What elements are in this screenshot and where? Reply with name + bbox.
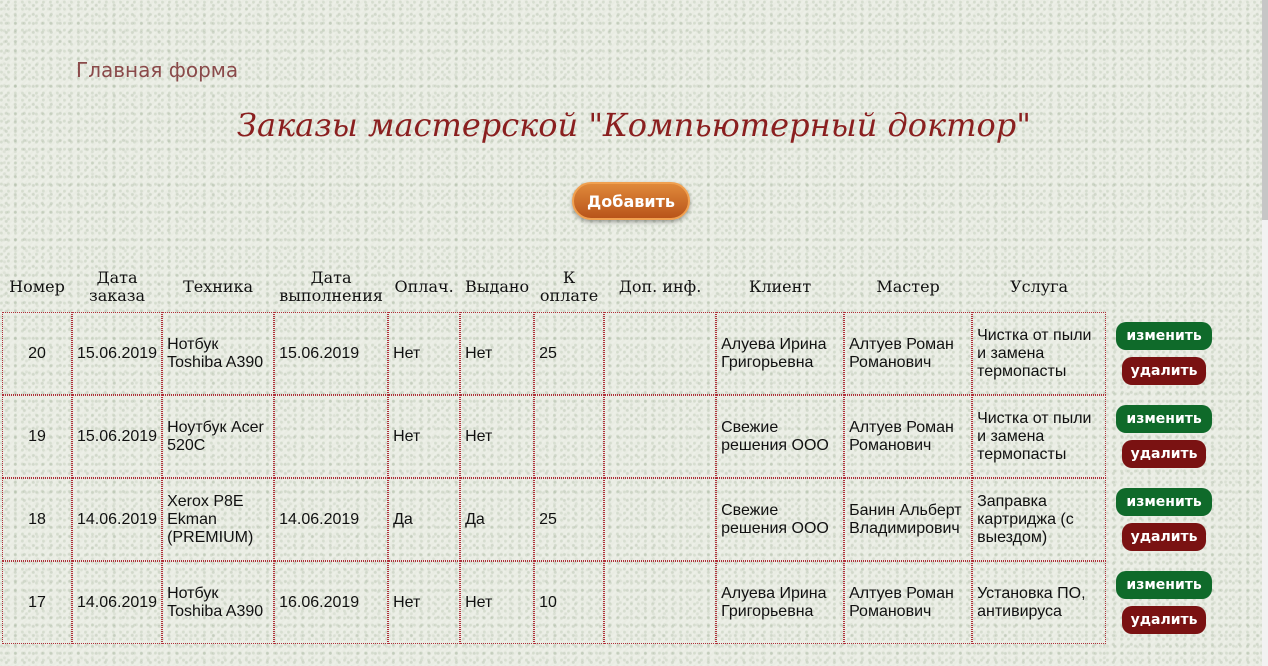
cell-device: Нотбук Toshiba A390 [162, 312, 275, 395]
column-header: К оплате [539, 268, 599, 305]
cell-device: Нотбук Toshiba A390 [162, 561, 275, 644]
column-header: Оплач. [394, 277, 454, 296]
cell-number: 20 [2, 312, 72, 395]
column-header: Клиент [748, 277, 812, 296]
cell-done-date: 15.06.2019 [274, 312, 389, 395]
cell-master: Банин Альберт Владимирович [844, 478, 973, 561]
table-header-row: Номер Дата заказа Техника Дата выполнени… [2, 262, 1222, 312]
home-link[interactable]: Главная форма [76, 58, 238, 82]
column-header: Мастер [876, 277, 940, 296]
cell-done-date: 16.06.2019 [274, 561, 389, 644]
table-row: 17 14.06.2019 Нотбук Toshiba A390 16.06.… [2, 561, 1222, 644]
add-button[interactable]: Добавить [572, 182, 690, 220]
edit-button[interactable]: изменить [1116, 571, 1213, 599]
cell-number: 17 [2, 561, 72, 644]
orders-table: Номер Дата заказа Техника Дата выполнени… [2, 262, 1222, 644]
delete-button[interactable]: удалить [1122, 606, 1207, 634]
table-row: 20 15.06.2019 Нотбук Toshiba A390 15.06.… [2, 312, 1222, 395]
cell-service: Чистка от пыли и замена термопасты [972, 312, 1107, 395]
cell-order-date: 15.06.2019 [72, 395, 163, 478]
cell-paid: Нет [388, 312, 461, 395]
cell-extra-info [604, 478, 717, 561]
cell-amount: 10 [534, 561, 605, 644]
delete-button[interactable]: удалить [1122, 523, 1207, 551]
cell-master: Алтуев Роман Романович [844, 312, 973, 395]
column-header: Выдано [464, 277, 530, 296]
cell-service: Чистка от пыли и замена термопасты [972, 395, 1107, 478]
cell-number: 18 [2, 478, 72, 561]
row-actions: изменить удалить [1106, 312, 1222, 395]
column-header: Дата заказа [89, 268, 146, 305]
row-actions: изменить удалить [1106, 395, 1222, 478]
cell-extra-info [604, 395, 717, 478]
cell-issued: Нет [460, 312, 535, 395]
actions-header [1106, 262, 1222, 312]
edit-button[interactable]: изменить [1116, 405, 1213, 433]
delete-button[interactable]: удалить [1122, 357, 1207, 385]
cell-order-date: 14.06.2019 [72, 561, 163, 644]
cell-client: Алуева Ирина Григорьевна [716, 312, 845, 395]
cell-paid: Нет [388, 561, 461, 644]
delete-button[interactable]: удалить [1122, 440, 1207, 468]
cell-service: Заправка картриджа (с выездом) [972, 478, 1107, 561]
cell-issued: Да [460, 478, 535, 561]
cell-extra-info [604, 312, 717, 395]
edit-button[interactable]: изменить [1116, 488, 1213, 516]
cell-done-date: 14.06.2019 [274, 478, 389, 561]
table-row: 19 15.06.2019 Ноутбук Acer 520C Нет Нет … [2, 395, 1222, 478]
row-actions: изменить удалить [1106, 561, 1222, 644]
cell-order-date: 14.06.2019 [72, 478, 163, 561]
cell-issued: Нет [460, 561, 535, 644]
cell-paid: Да [388, 478, 461, 561]
cell-amount: 25 [534, 478, 605, 561]
column-header: Техника [183, 277, 254, 296]
cell-client: Свежие решения ООО [716, 478, 845, 561]
edit-button[interactable]: изменить [1116, 322, 1213, 350]
cell-order-date: 15.06.2019 [72, 312, 163, 395]
column-header: Доп. инф. [618, 277, 702, 296]
cell-extra-info [604, 561, 717, 644]
column-header: Услуга [1010, 277, 1069, 296]
cell-issued: Нет [460, 395, 535, 478]
scrollbar-thumb[interactable] [1262, 0, 1268, 220]
cell-paid: Нет [388, 395, 461, 478]
page-title: Заказы мастерской "Компьютерный доктор" [237, 106, 1031, 144]
cell-done-date [274, 395, 389, 478]
column-header: Дата выполнения [279, 268, 383, 305]
cell-client: Свежие решения ООО [716, 395, 845, 478]
table-row: 18 14.06.2019 Xerox P8E Ekman (PREMIUM) … [2, 478, 1222, 561]
cell-master: Алтуев Роман Романович [844, 395, 973, 478]
cell-amount: 25 [534, 312, 605, 395]
cell-device: Ноутбук Acer 520C [162, 395, 275, 478]
cell-amount [534, 395, 605, 478]
cell-client: Алуева Ирина Григорьевна [716, 561, 845, 644]
row-actions: изменить удалить [1106, 478, 1222, 561]
cell-service: Установка ПО, антивируса [972, 561, 1107, 644]
column-header: Номер [9, 277, 65, 296]
cell-number: 19 [2, 395, 72, 478]
cell-master: Алтуев Роман Романович [844, 561, 973, 644]
vertical-scrollbar[interactable] [1262, 0, 1268, 666]
cell-device: Xerox P8E Ekman (PREMIUM) [162, 478, 275, 561]
